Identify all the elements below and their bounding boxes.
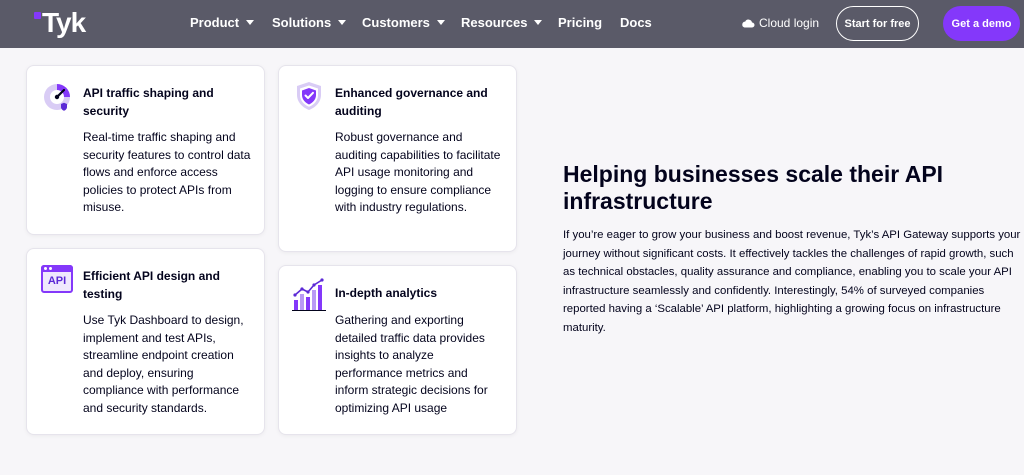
start-for-free-label: Start for free bbox=[844, 17, 911, 30]
nav-item-label: Product bbox=[190, 14, 240, 30]
section-headline: Helping businesses scale their API infra… bbox=[563, 161, 944, 214]
card-description: Robust governance and auditing capabilit… bbox=[335, 130, 501, 214]
get-a-demo-button[interactable]: Get a demo bbox=[943, 6, 1020, 41]
nav-item-label: Docs bbox=[620, 14, 652, 30]
shield-check-icon bbox=[297, 82, 321, 110]
tyk-logo[interactable]: Tyk bbox=[34, 7, 86, 38]
nav-item-label: Customers bbox=[362, 14, 430, 30]
start-for-free-button[interactable]: Start for free bbox=[836, 6, 919, 41]
api-window-icon: API bbox=[41, 265, 73, 295]
card-description: Use Tyk Dashboard to design, implement a… bbox=[83, 313, 244, 415]
card-title: Efficient API design and testing bbox=[83, 269, 220, 301]
gauge-icon bbox=[44, 84, 70, 111]
card-title: In-depth analytics bbox=[335, 286, 438, 300]
chevron-down-icon bbox=[246, 20, 255, 25]
nav-item-product[interactable]: Product bbox=[190, 13, 255, 31]
nav-item-solutions[interactable]: Solutions bbox=[272, 13, 347, 31]
feature-card-analytics: In-depth analytics Gathering and exporti… bbox=[278, 265, 517, 435]
card-description: Gathering and exporting detailed traffic… bbox=[335, 313, 488, 415]
nav-item-resources[interactable]: Resources bbox=[461, 13, 543, 31]
nav-item-label: Resources bbox=[461, 14, 528, 30]
get-a-demo-label: Get a demo bbox=[951, 17, 1012, 30]
card-title: Enhanced governance and auditing bbox=[335, 86, 488, 118]
chevron-down-icon bbox=[534, 20, 543, 25]
cloud-icon bbox=[742, 19, 755, 28]
feature-card-api-design: API Efficient API design and testing Use… bbox=[26, 248, 265, 435]
cloud-login-label: Cloud login bbox=[759, 16, 820, 30]
chevron-down-icon bbox=[436, 20, 445, 25]
logo-text: Tyk bbox=[42, 7, 86, 38]
card-title: API traffic shaping and security bbox=[83, 86, 214, 118]
top-navigation-bar: Tyk Product Solutions Customers Resource… bbox=[0, 0, 1024, 48]
nav-item-pricing[interactable]: Pricing bbox=[558, 13, 602, 31]
nav-item-docs[interactable]: Docs bbox=[620, 13, 652, 31]
nav-item-customers[interactable]: Customers bbox=[362, 13, 445, 31]
feature-card-traffic-shaping: API traffic shaping and security Real-ti… bbox=[26, 65, 265, 235]
api-icon-label: API bbox=[47, 275, 67, 287]
section-paragraph: If you’re eager to grow your business an… bbox=[563, 229, 1021, 334]
logo-square-mark bbox=[34, 12, 41, 19]
bar-chart-icon bbox=[292, 278, 326, 311]
nav-item-label: Solutions bbox=[272, 14, 332, 30]
feature-card-governance: Enhanced governance and auditing Robust … bbox=[278, 65, 517, 252]
chevron-down-icon bbox=[338, 20, 347, 25]
cloud-login-link[interactable]: Cloud login bbox=[741, 14, 819, 32]
nav-item-label: Pricing bbox=[558, 14, 603, 30]
card-description: Real-time traffic shaping and security f… bbox=[83, 130, 251, 214]
